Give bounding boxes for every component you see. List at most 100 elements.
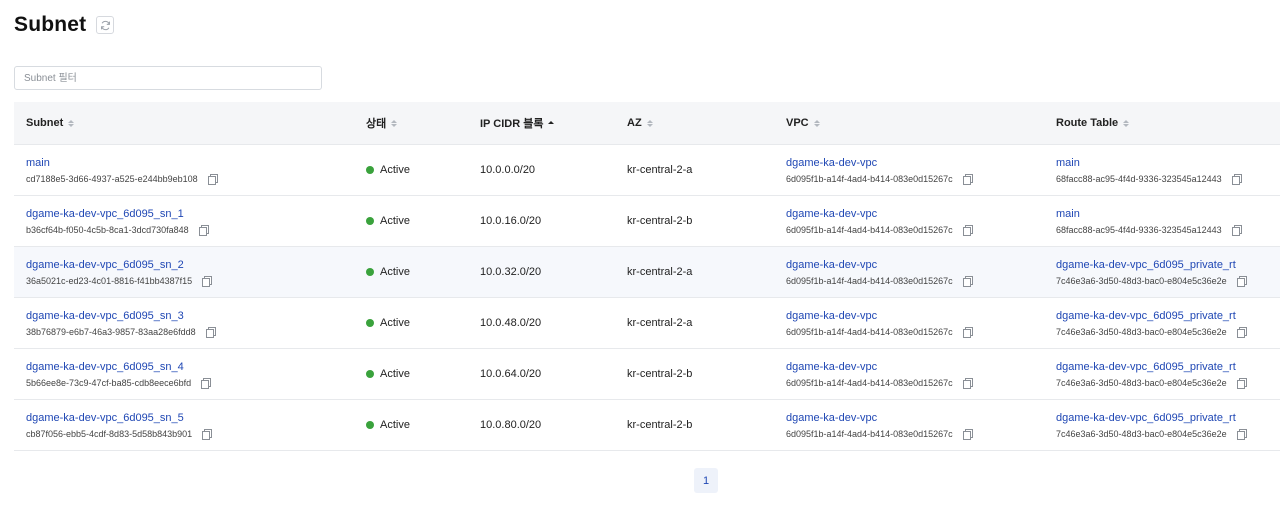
sort-ascending-icon: [548, 121, 555, 125]
subnet-id: 38b76879-e6b7-46a3-9857-83aa28e6fdd8: [26, 326, 196, 337]
route-table-cell: dgame-ka-dev-vpc_6d095_private_rt 7c46e3…: [1056, 258, 1247, 287]
column-header-route-table[interactable]: Route Table: [1056, 117, 1130, 129]
route-table-link[interactable]: dgame-ka-dev-vpc_6d095_private_rt: [1056, 411, 1246, 425]
column-header-subnet[interactable]: Subnet: [26, 117, 75, 129]
cidr-cell: 10.0.64.0/20: [480, 368, 542, 380]
copy-icon[interactable]: [207, 173, 218, 185]
table-row: dgame-ka-dev-vpc_6d095_sn_4 5b66ee8e-73c…: [14, 349, 1280, 400]
refresh-icon: [100, 20, 110, 30]
column-label: IP CIDR 블록: [480, 118, 544, 130]
copy-icon[interactable]: [1236, 326, 1247, 338]
sort-icon: [391, 119, 398, 127]
az-cell: kr-central-2-a: [627, 266, 693, 278]
page-header: Subnet: [14, 10, 115, 40]
route-table-link[interactable]: main: [1056, 207, 1241, 221]
column-header-ip-cidr[interactable]: IP CIDR 블록: [480, 115, 555, 131]
subnet-name-link[interactable]: dgame-ka-dev-vpc_6d095_sn_5: [26, 411, 211, 425]
sort-icon: [1123, 119, 1130, 127]
table-row: dgame-ka-dev-vpc_6d095_sn_1 b36cf64b-f05…: [14, 196, 1280, 247]
route-table-cell: dgame-ka-dev-vpc_6d095_private_rt 7c46e3…: [1056, 309, 1247, 338]
status-cell: Active: [366, 164, 410, 176]
vpc-cell: dgame-ka-dev-vpc 6d095f1b-a14f-4ad4-b414…: [786, 258, 973, 287]
subnet-filter-input[interactable]: [14, 66, 322, 90]
copy-icon[interactable]: [962, 173, 973, 185]
route-table-link[interactable]: main: [1056, 156, 1241, 170]
status-label: Active: [380, 368, 410, 380]
status-cell: Active: [366, 419, 410, 431]
status-cell: Active: [366, 317, 410, 329]
table-row: main cd7188e5-3d66-4937-a525-e244bb9eb10…: [14, 145, 1280, 196]
status-dot-icon: [366, 421, 374, 429]
vpc-id: 6d095f1b-a14f-4ad4-b414-083e0d15267c: [786, 275, 953, 286]
vpc-name-link[interactable]: dgame-ka-dev-vpc: [786, 156, 972, 170]
vpc-cell: dgame-ka-dev-vpc 6d095f1b-a14f-4ad4-b414…: [786, 207, 973, 236]
vpc-cell: dgame-ka-dev-vpc 6d095f1b-a14f-4ad4-b414…: [786, 309, 973, 338]
copy-icon[interactable]: [962, 428, 973, 440]
page-title: Subnet: [14, 13, 87, 36]
vpc-name-link[interactable]: dgame-ka-dev-vpc: [786, 258, 972, 272]
copy-icon[interactable]: [1236, 377, 1247, 389]
copy-icon[interactable]: [962, 326, 973, 338]
cidr-cell: 10.0.0.0/20: [480, 164, 536, 176]
subnet-name-link[interactable]: dgame-ka-dev-vpc_6d095_sn_2: [26, 258, 211, 272]
vpc-cell: dgame-ka-dev-vpc 6d095f1b-a14f-4ad4-b414…: [786, 156, 973, 185]
status-label: Active: [380, 317, 410, 329]
route-table-link[interactable]: dgame-ka-dev-vpc_6d095_private_rt: [1056, 258, 1246, 272]
subnet-name-link[interactable]: main: [26, 156, 217, 170]
cidr-cell: 10.0.32.0/20: [480, 266, 542, 278]
subnet-id: cd7188e5-3d66-4937-a525-e244bb9eb108: [26, 173, 198, 184]
cidr-cell: 10.0.48.0/20: [480, 317, 542, 329]
sort-icon: [813, 119, 820, 127]
cidr-cell: 10.0.16.0/20: [480, 215, 542, 227]
column-label: VPC: [786, 117, 809, 129]
table-row: dgame-ka-dev-vpc_6d095_sn_2 36a5021c-ed2…: [14, 247, 1280, 298]
route-table-id: 7c46e3a6-3d50-48d3-bac0-e804e5c36e2e: [1056, 275, 1227, 286]
refresh-button[interactable]: [96, 16, 115, 34]
column-header-az[interactable]: AZ: [627, 117, 653, 129]
subnet-cell: main cd7188e5-3d66-4937-a525-e244bb9eb10…: [26, 156, 218, 185]
pagination-page-button[interactable]: 1: [694, 468, 718, 493]
vpc-id: 6d095f1b-a14f-4ad4-b414-083e0d15267c: [786, 173, 953, 184]
route-table-link[interactable]: dgame-ka-dev-vpc_6d095_private_rt: [1056, 360, 1246, 374]
copy-icon[interactable]: [201, 377, 212, 389]
route-table-link[interactable]: dgame-ka-dev-vpc_6d095_private_rt: [1056, 309, 1246, 323]
vpc-name-link[interactable]: dgame-ka-dev-vpc: [786, 207, 972, 221]
az-cell: kr-central-2-b: [627, 419, 693, 431]
column-header-vpc[interactable]: VPC: [786, 117, 820, 129]
route-table-cell: main 68facc88-ac95-4f4d-9336-323545a1244…: [1056, 207, 1242, 236]
vpc-id: 6d095f1b-a14f-4ad4-b414-083e0d15267c: [786, 377, 953, 388]
az-cell: kr-central-2-b: [627, 215, 693, 227]
route-table-id: 7c46e3a6-3d50-48d3-bac0-e804e5c36e2e: [1056, 428, 1227, 439]
copy-icon[interactable]: [1231, 173, 1242, 185]
copy-icon[interactable]: [1231, 224, 1242, 236]
subnet-name-link[interactable]: dgame-ka-dev-vpc_6d095_sn_1: [26, 207, 208, 221]
vpc-name-link[interactable]: dgame-ka-dev-vpc: [786, 411, 972, 425]
az-cell: kr-central-2-a: [627, 317, 693, 329]
status-dot-icon: [366, 268, 374, 276]
route-table-cell: dgame-ka-dev-vpc_6d095_private_rt 7c46e3…: [1056, 360, 1247, 389]
vpc-name-link[interactable]: dgame-ka-dev-vpc: [786, 360, 972, 374]
copy-icon[interactable]: [962, 224, 973, 236]
copy-icon[interactable]: [962, 377, 973, 389]
copy-icon[interactable]: [198, 224, 209, 236]
vpc-name-link[interactable]: dgame-ka-dev-vpc: [786, 309, 972, 323]
subnet-name-link[interactable]: dgame-ka-dev-vpc_6d095_sn_4: [26, 360, 210, 374]
subnet-name-link[interactable]: dgame-ka-dev-vpc_6d095_sn_3: [26, 309, 215, 323]
az-cell: kr-central-2-b: [627, 368, 693, 380]
subnet-cell: dgame-ka-dev-vpc_6d095_sn_5 cb87f056-ebb…: [26, 411, 213, 440]
status-dot-icon: [366, 217, 374, 225]
route-table-id: 68facc88-ac95-4f4d-9336-323545a12443: [1056, 224, 1222, 235]
subnet-cell: dgame-ka-dev-vpc_6d095_sn_3 38b76879-e6b…: [26, 309, 216, 338]
copy-icon[interactable]: [205, 326, 216, 338]
route-table-id: 68facc88-ac95-4f4d-9336-323545a12443: [1056, 173, 1222, 184]
subnet-table: Subnet 상태 IP CIDR 블록 AZ VPC Route Table …: [14, 102, 1280, 451]
vpc-id: 6d095f1b-a14f-4ad4-b414-083e0d15267c: [786, 428, 953, 439]
copy-icon[interactable]: [202, 275, 213, 287]
copy-icon[interactable]: [1236, 428, 1247, 440]
copy-icon[interactable]: [202, 428, 213, 440]
copy-icon[interactable]: [1236, 275, 1247, 287]
copy-icon[interactable]: [962, 275, 973, 287]
status-cell: Active: [366, 368, 410, 380]
subnet-cell: dgame-ka-dev-vpc_6d095_sn_4 5b66ee8e-73c…: [26, 360, 212, 389]
column-header-status[interactable]: 상태: [366, 115, 398, 131]
